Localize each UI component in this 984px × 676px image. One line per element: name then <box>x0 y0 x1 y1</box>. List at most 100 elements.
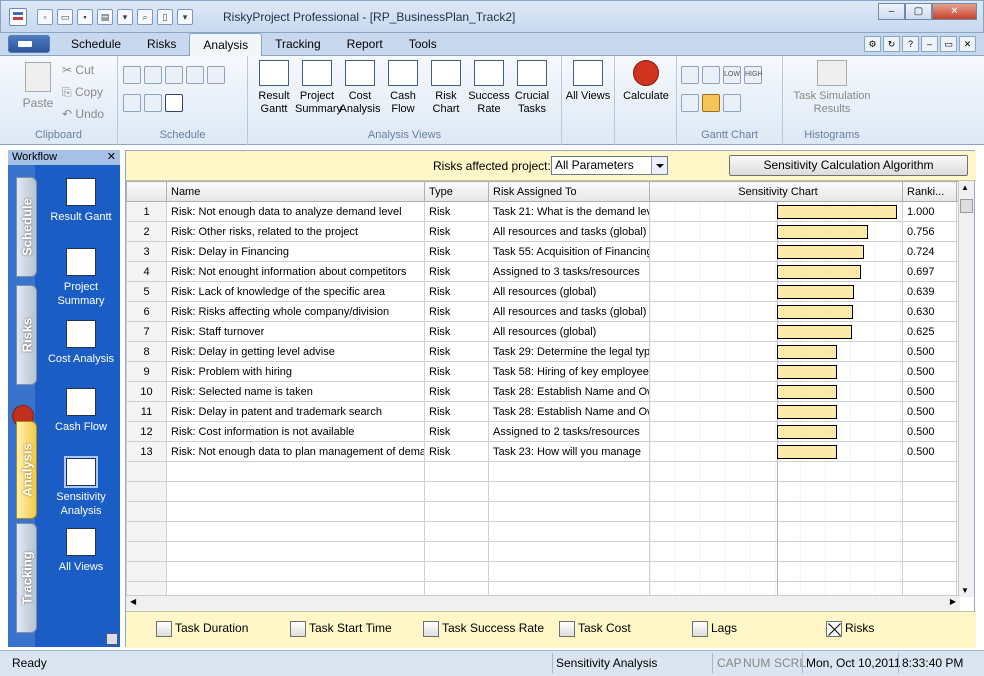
scroll-down-icon[interactable]: ▼ <box>961 586 969 595</box>
print-preview-icon[interactable]: ⌕ <box>137 9 153 25</box>
result-gantt-button[interactable]: Result Gantt <box>252 60 296 116</box>
print-options-icon[interactable]: ▾ <box>117 9 133 25</box>
table-row[interactable] <box>126 561 960 582</box>
risks-affected-select[interactable]: All Parameters <box>551 156 668 175</box>
legend-lags[interactable]: Lags <box>692 621 737 637</box>
sensitivity-calculation-algorithm-button[interactable]: Sensitivity Calculation Algorithm <box>729 155 968 176</box>
cut-button[interactable]: ✂ Cut <box>62 63 94 77</box>
task-success-rate-checkbox[interactable] <box>423 621 439 637</box>
save-icon[interactable]: ▪ <box>77 9 93 25</box>
risks-checkbox[interactable] <box>826 621 842 637</box>
split-task-icon[interactable] <box>207 66 225 84</box>
table-row[interactable]: 7 Risk: Staff turnover Risk All resources (… <box>126 321 960 342</box>
task-info-icon[interactable] <box>165 94 183 112</box>
table-row[interactable] <box>126 481 960 502</box>
chevron-down-icon[interactable] <box>651 157 667 174</box>
table-row[interactable]: 6 Risk: Risks affecting whole company/div… <box>126 301 960 322</box>
gantt-sort-icon[interactable] <box>723 94 741 112</box>
gantt-zoom-icon[interactable] <box>681 94 699 112</box>
workflow-close-icon[interactable]: ✕ <box>107 150 116 165</box>
scroll-left-icon[interactable]: ◀ <box>130 597 136 606</box>
gantt-high-icon[interactable]: HIGH <box>744 66 763 84</box>
table-row[interactable]: 10 Risk: Selected name is taken Risk Task 2… <box>126 381 960 402</box>
workflow-tab-tracking[interactable]: Tracking <box>16 523 37 633</box>
tab-report[interactable]: Report <box>334 33 396 56</box>
table-row[interactable] <box>126 521 960 542</box>
workflow-item-result-gantt[interactable]: Result Gantt <box>40 178 122 224</box>
tab-risks[interactable]: Risks <box>134 33 189 56</box>
workflow-tab-schedule[interactable]: Schedule <box>16 177 37 277</box>
table-row[interactable]: 2 Risk: Other risks, related to the proje… <box>126 221 960 242</box>
unlink-tasks-icon[interactable] <box>186 66 204 84</box>
cash-flow-button[interactable]: Cash Flow <box>381 60 425 116</box>
table-row[interactable]: 13 Risk: Not enough data to plan manageme… <box>126 441 960 462</box>
table-row[interactable]: 3 Risk: Delay in Financing Risk Task 55: Ac… <box>126 241 960 262</box>
table-row[interactable]: 11 Risk: Delay in patent and trademark se… <box>126 401 960 422</box>
gantt-scale-icon[interactable] <box>702 66 720 84</box>
mdi-restore-button[interactable]: ▭ <box>940 36 957 52</box>
open-folder-icon[interactable]: ▭ <box>57 9 73 25</box>
new-file-icon[interactable]: ▫ <box>37 9 53 25</box>
copy-button[interactable]: ⎘ Copy <box>62 85 103 100</box>
legend-risks[interactable]: Risks <box>826 621 874 637</box>
tab-tracking[interactable]: Tracking <box>262 33 334 56</box>
workflow-item-cash-flow[interactable]: Cash Flow <box>40 388 122 434</box>
column-header-sensitivity-chart[interactable]: Sensitivity Chart <box>649 181 903 202</box>
legend-task-start-time[interactable]: Task Start Time <box>290 621 392 637</box>
gantt-expand-icon[interactable] <box>681 66 699 84</box>
column-header-type[interactable]: Type <box>424 181 489 202</box>
move-left-icon[interactable] <box>123 94 141 112</box>
table-horizontal-scrollbar[interactable]: ◀ ▶ <box>126 595 960 611</box>
calculate-button[interactable]: Calculate <box>619 60 673 103</box>
paste-button[interactable]: Paste <box>18 62 58 110</box>
workflow-scroll-down-icon[interactable] <box>106 633 118 645</box>
legend-task-duration[interactable]: Task Duration <box>156 621 248 637</box>
column-header-ranki[interactable]: Ranki... <box>902 181 957 202</box>
task-start-time-checkbox[interactable] <box>290 621 306 637</box>
legend-task-cost[interactable]: Task Cost <box>559 621 631 637</box>
tab-analysis[interactable]: Analysis <box>189 33 263 56</box>
table-row[interactable]: 1 Risk: Not enough data to analyze demand… <box>126 201 960 222</box>
table-row[interactable]: 8 Risk: Delay in getting level advise Risk… <box>126 341 960 362</box>
legend-task-success-rate[interactable]: Task Success Rate <box>423 621 544 637</box>
move-right-icon[interactable] <box>144 94 162 112</box>
scroll-up-icon[interactable]: ▲ <box>961 183 969 192</box>
tab-tools[interactable]: Tools <box>396 33 450 56</box>
column-header-row-number[interactable] <box>126 181 167 202</box>
minimize-button[interactable]: – <box>878 3 905 20</box>
table-row[interactable]: 9 Risk: Problem with hiring Risk Task 58: H… <box>126 361 960 382</box>
gantt-low-icon[interactable]: LOW <box>723 66 741 84</box>
column-header-name[interactable]: Name <box>166 181 425 202</box>
table-row[interactable] <box>126 541 960 562</box>
gantt-highlight-icon[interactable] <box>702 94 720 112</box>
table-row[interactable]: 5 Risk: Lack of knowledge of the specific… <box>126 281 960 302</box>
success-rate-button[interactable]: Success Rate <box>467 60 511 116</box>
scroll-thumb[interactable] <box>960 199 973 213</box>
mdi-minimize-button[interactable]: – <box>921 36 938 52</box>
column-header-risk-assigned-to[interactable]: Risk Assigned To <box>488 181 650 202</box>
link-tasks-icon[interactable] <box>165 66 183 84</box>
cost-analysis-button[interactable]: Cost Analysis <box>338 60 382 116</box>
tab-schedule[interactable]: Schedule <box>58 33 134 56</box>
application-menu-button[interactable] <box>8 35 50 53</box>
options-icon[interactable]: ⚙ <box>864 36 881 52</box>
table-row[interactable] <box>126 461 960 482</box>
project-summary-button[interactable]: Project Summary <box>295 60 342 116</box>
workflow-tab-analysis[interactable]: Analysis <box>16 421 37 519</box>
workflow-item-sensitivity-analysis[interactable]: Sensitivity Analysis <box>40 456 122 518</box>
crucial-tasks-button[interactable]: Crucial Tasks <box>510 60 554 116</box>
workflow-item-project-summary[interactable]: Project Summary <box>40 248 122 308</box>
indent-icon[interactable] <box>123 66 141 84</box>
help-icon[interactable]: ? <box>902 36 919 52</box>
table-row[interactable]: 12 Risk: Cost information is not availabl… <box>126 421 960 442</box>
print-icon[interactable]: ▤ <box>97 9 113 25</box>
workflow-item-all-views[interactable]: All Views <box>40 528 122 574</box>
task-cost-checkbox[interactable] <box>559 621 575 637</box>
task-duration-checkbox[interactable] <box>156 621 172 637</box>
undo-button[interactable]: ↶ Undo <box>62 107 104 121</box>
outdent-icon[interactable] <box>144 66 162 84</box>
table-row[interactable]: 4 Risk: Not enought information about com… <box>126 261 960 282</box>
page-setup-icon[interactable]: ▯ <box>157 9 173 25</box>
scroll-right-icon[interactable]: ▶ <box>950 597 956 606</box>
app-icon[interactable] <box>9 8 27 26</box>
